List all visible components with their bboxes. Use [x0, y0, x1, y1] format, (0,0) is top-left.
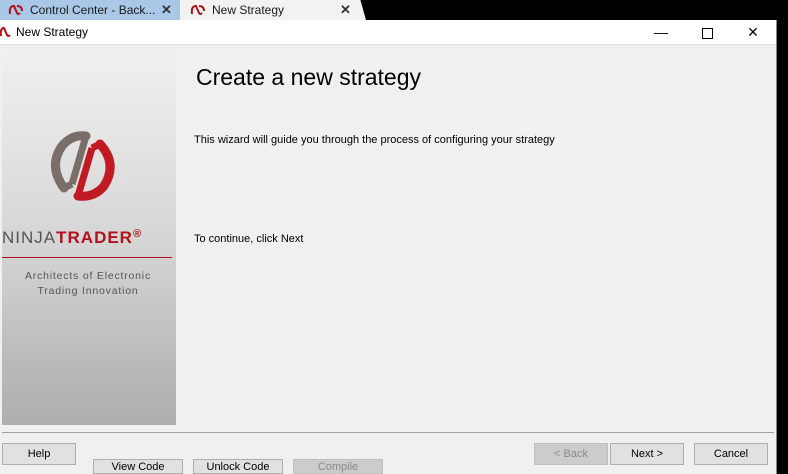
- ninjatrader-logo-icon: [190, 4, 205, 15]
- ninjatrader-logo-icon: [0, 26, 11, 37]
- close-icon[interactable]: ✕: [161, 1, 172, 19]
- unlock-code-button[interactable]: Unlock Code: [193, 459, 283, 474]
- tab-label: Control Center - Back...: [30, 3, 156, 17]
- tab-label: New Strategy: [212, 3, 285, 17]
- close-icon: ✕: [747, 24, 759, 40]
- next-button[interactable]: Next >: [610, 443, 684, 465]
- brand-tagline: Architects of Electronic Trading Innovat…: [25, 270, 151, 297]
- brand-wordmark: NINJATRADER®: [2, 228, 143, 247]
- minimize-button[interactable]: —: [638, 20, 684, 44]
- window-title: New Strategy: [16, 25, 89, 39]
- wizard-heading: Create a new strategy: [196, 64, 422, 90]
- ninjatrader-logo: [51, 131, 115, 201]
- maximize-icon: [701, 27, 713, 39]
- back-button[interactable]: < Back: [534, 443, 608, 465]
- compile-button[interactable]: Compile: [293, 459, 383, 474]
- title-bar[interactable]: New Strategy — ✕: [0, 20, 776, 45]
- close-button[interactable]: ✕: [730, 20, 776, 44]
- tab-strip: Control Center - Back... ✕ New Strategy …: [0, 0, 788, 20]
- new-strategy-window: New Strategy — ✕ NINJATRADER® Architects…: [0, 20, 777, 474]
- cancel-button[interactable]: Cancel: [694, 443, 768, 465]
- ninjatrader-logo-icon: [8, 4, 23, 15]
- wizard-intro-text: This wizard will guide you through the p…: [194, 134, 555, 146]
- view-code-button[interactable]: View Code: [93, 459, 183, 474]
- minimize-icon: —: [654, 24, 668, 40]
- maximize-button[interactable]: [684, 20, 730, 44]
- tab-control-center[interactable]: Control Center - Back... ✕: [0, 0, 183, 20]
- close-icon[interactable]: ✕: [340, 1, 351, 19]
- footer-divider: [2, 432, 774, 433]
- help-button[interactable]: Help: [2, 443, 76, 465]
- tab-new-strategy[interactable]: New Strategy ✕: [180, 0, 366, 20]
- wizard-continue-text: To continue, click Next: [194, 233, 304, 245]
- wizard-banner: NINJATRADER® Architects of Electronic Tr…: [2, 46, 176, 425]
- brand-divider: [2, 257, 172, 258]
